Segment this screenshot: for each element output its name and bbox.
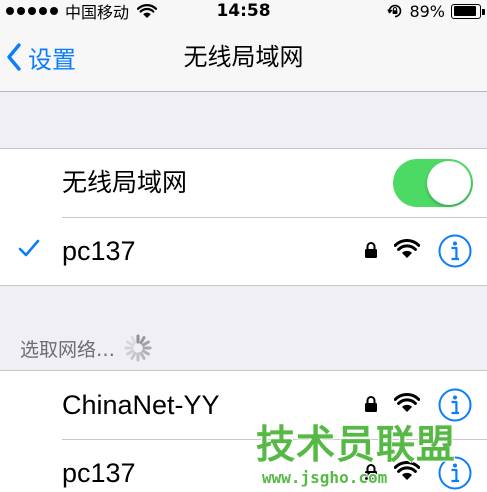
back-label: 设置	[28, 45, 76, 74]
toggle-knob	[427, 161, 471, 205]
lock-icon	[365, 396, 377, 412]
status-bar: 中国移动 14:58 89%	[0, 0, 487, 22]
wifi-group: 无线局域网 pc137	[0, 148, 487, 286]
wifi-toggle-row: 无线局域网	[0, 149, 487, 217]
chevron-left-icon	[7, 43, 21, 71]
network-name: pc137	[62, 458, 136, 488]
wifi-toggle-switch[interactable]	[393, 159, 473, 207]
loading-spinner-icon	[124, 334, 152, 362]
battery-fill	[453, 6, 476, 16]
info-button-icon[interactable]	[438, 388, 472, 422]
battery-percent: 89%	[409, 1, 445, 21]
back-button[interactable]: 设置	[6, 38, 76, 76]
battery-icon	[451, 3, 485, 19]
choose-network-label: 选取网络…	[20, 338, 116, 361]
watermark-url: www.jsgho.com	[262, 468, 388, 487]
lock-icon	[365, 242, 377, 258]
orientation-lock-icon	[387, 4, 402, 18]
status-right: 89%	[387, 1, 485, 21]
screen: 中国移动 14:58 89% 无线局域网 设置 无线局域网 pc137 选取网络…	[0, 0, 487, 492]
watermark-title: 技术员联盟	[256, 423, 457, 468]
network-name: ChinaNet-YY	[62, 390, 220, 420]
wifi-signal-icon	[394, 239, 420, 258]
wifi-signal-icon	[394, 393, 420, 412]
choose-network-header: 选取网络…	[20, 334, 153, 362]
wifi-toggle-label: 无线局域网	[62, 168, 188, 197]
checkmark-icon	[18, 239, 40, 257]
info-button-icon[interactable]	[438, 234, 472, 268]
connected-network-row[interactable]: pc137	[0, 217, 487, 285]
navigation-bar: 无线局域网 设置	[0, 22, 487, 92]
connected-network-name: pc137	[62, 236, 136, 266]
site-watermark: 技术员联盟 www.jsgho.com	[256, 424, 487, 492]
